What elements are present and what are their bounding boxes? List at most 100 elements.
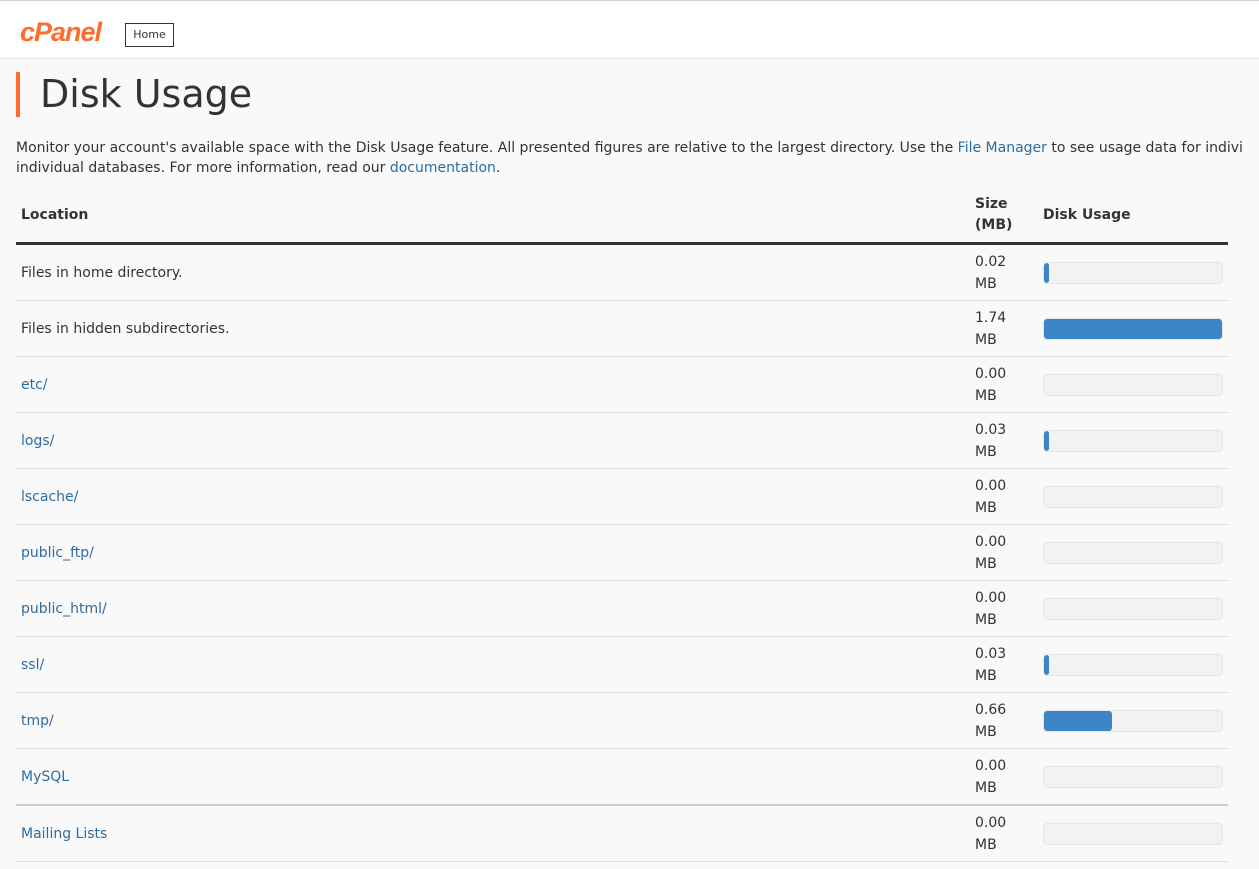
home-breadcrumb-button[interactable]: Home [125,23,174,47]
size-unit: MB [975,387,997,404]
size-cell: 0.00 MB [970,468,1038,525]
size-value: 0.00 [975,477,1007,494]
size-header-line2: (MB) [975,217,1013,233]
usage-cell [1038,243,1228,301]
file-manager-link[interactable]: File Manager [958,140,1047,156]
location-cell: public_html/ [16,580,970,637]
page-title: Disk Usage [40,72,253,116]
usage-bar-fill [1044,262,1050,283]
size-unit: MB [975,667,997,684]
table-row: ssl/0.03 MB [16,636,1228,693]
usage-bar-fill [1044,710,1112,731]
usage-cell [1038,412,1228,469]
table-row: Files in hidden subdirectories. 1.74 MB [16,300,1228,357]
column-header-size[interactable]: Size (MB) [970,188,1038,245]
size-value: 0.66 [975,701,1007,718]
usage-cell [1038,636,1228,693]
title-accent-bar [16,72,20,117]
usage-cell [1038,300,1228,357]
page-description: Monitor your account's available space w… [16,138,1259,178]
size-unit: MB [975,723,997,740]
documentation-link[interactable]: documentation [390,160,496,176]
description-text-2: to see usage data for indivi [1046,140,1243,156]
location-link[interactable]: MySQL [21,769,69,785]
usage-bar-track [1043,429,1223,452]
size-value: 0.00 [975,589,1007,606]
table-header-row: Location Size (MB) Disk Usage [16,188,1228,245]
size-unit: MB [975,443,997,460]
usage-bar-track [1043,485,1223,508]
size-cell: 0.00 MB [970,805,1038,862]
size-cell: 0.00 MB [970,580,1038,637]
location-label: Files in home directory. [21,264,183,281]
location-cell: ssl/ [16,636,970,693]
table-row: etc/0.00 MB [16,356,1228,413]
usage-cell [1038,805,1228,862]
location-cell: public_ftp/ [16,524,970,581]
usage-bar-track [1043,709,1223,732]
location-cell: Files in hidden subdirectories. [16,300,970,357]
table-row: public_ftp/0.00 MB [16,524,1228,581]
size-cell: 0.03 MB [970,412,1038,469]
size-unit: MB [975,836,997,853]
size-unit: MB [975,275,997,292]
usage-bar-track [1043,373,1223,396]
size-cell: 0.03 MB [970,636,1038,693]
usage-bar-track [1043,653,1223,676]
location-link[interactable]: etc/ [21,377,48,393]
location-link[interactable]: logs/ [21,433,54,449]
cpanel-logo[interactable]: cPanel [20,16,102,48]
location-link[interactable]: tmp/ [21,713,54,729]
table-row: Mailing Lists 0.00 MB [16,805,1228,862]
size-cell: 1.74 MB [970,300,1038,357]
usage-cell [1038,692,1228,749]
size-value: 0.03 [975,421,1007,438]
size-value: 0.02 [975,253,1007,270]
usage-bar-track [1043,261,1223,284]
usage-cell [1038,748,1228,806]
location-cell: Mailing Lists [16,805,970,862]
size-cell: 0.00 MB [970,356,1038,413]
size-header-line1: Size [975,196,1008,212]
location-label: Files in hidden subdirectories. [21,320,230,337]
size-value: 0.00 [975,533,1007,550]
top-bar: cPanel Home [0,0,1259,59]
description-text-3: individual databases. For more informati… [16,160,390,176]
size-cell: 0.00 MB [970,524,1038,581]
usage-cell [1038,356,1228,413]
size-cell: 0.02 MB [970,243,1038,301]
location-cell: etc/ [16,356,970,413]
size-unit: MB [975,499,997,516]
size-value: 0.00 [975,365,1007,382]
usage-bar-fill [1044,430,1050,451]
usage-bar-track [1043,822,1223,845]
location-cell: tmp/ [16,692,970,749]
table-row: logs/0.03 MB [16,412,1228,469]
size-unit: MB [975,611,997,628]
table-row: tmp/0.66 MB [16,692,1228,749]
column-header-disk-usage[interactable]: Disk Usage [1038,188,1228,245]
usage-bar-track [1043,597,1223,620]
size-unit: MB [975,779,997,796]
size-value: 0.03 [975,645,1007,662]
size-unit: MB [975,555,997,572]
description-text-4: . [495,160,501,176]
column-header-location[interactable]: Location [16,188,970,245]
size-value: 0.00 [975,757,1007,774]
location-link[interactable]: public_ftp/ [21,545,94,561]
usage-cell [1038,580,1228,637]
location-link[interactable]: public_html/ [21,601,107,617]
location-cell: lscache/ [16,468,970,525]
usage-bar-fill [1044,318,1222,339]
description-text-1: Monitor your account's available space w… [16,140,958,156]
usage-cell [1038,524,1228,581]
usage-bar-track [1043,541,1223,564]
table-body: Files in home directory. 0.02 MB Files in h… [16,243,1228,862]
location-link[interactable]: Mailing Lists [21,826,107,842]
size-cell: 0.00 MB [970,748,1038,806]
location-link[interactable]: lscache/ [21,489,78,505]
location-link[interactable]: ssl/ [21,657,44,673]
size-value: 1.74 [975,309,1007,326]
location-cell: MySQL [16,748,970,806]
size-cell: 0.66 MB [970,692,1038,749]
